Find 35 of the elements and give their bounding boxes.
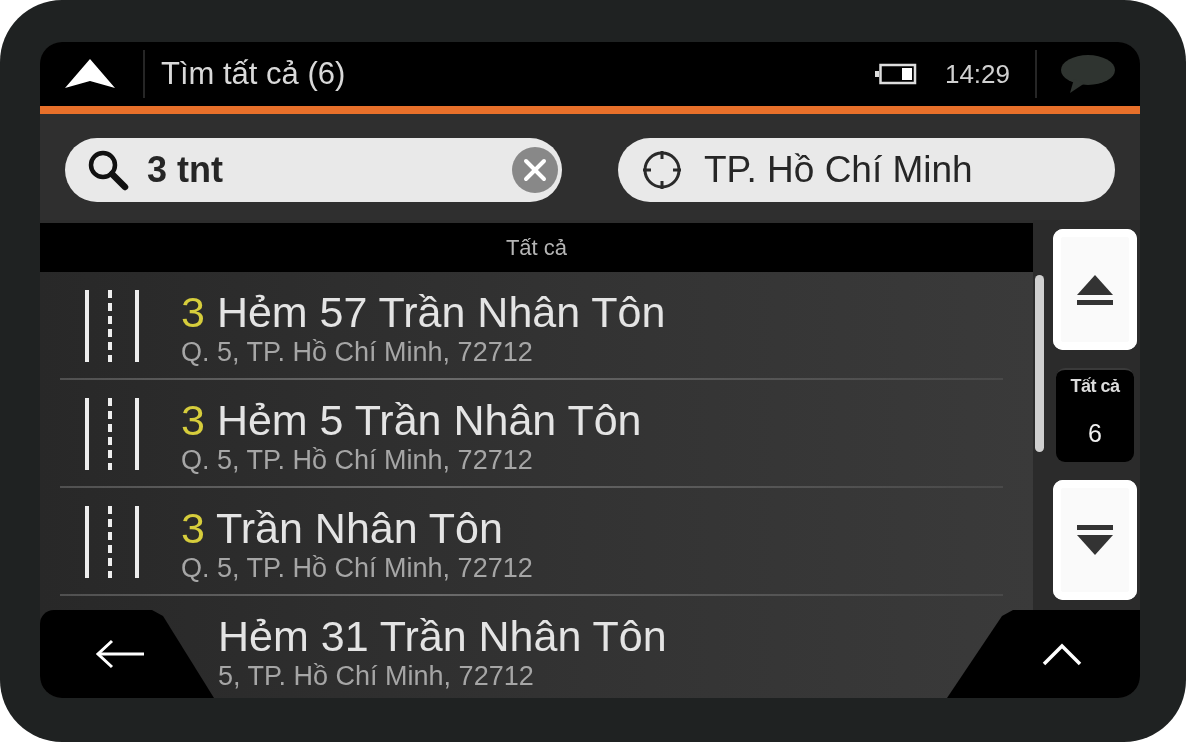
list-heading: Tất cả: [505, 234, 568, 261]
chevron-up-icon: [1042, 642, 1082, 666]
result-title: 3 Hẻm 57 Trần Nhân Tôn: [181, 289, 666, 335]
result-row[interactable]: 3 Hẻm 57 Trần Nhân Tôn Q. 5, TP. Hồ Chí Minh, 72712: [40, 272, 1033, 380]
counter-label: Tất cả: [1070, 376, 1120, 397]
result-row[interactable]: Hẻm 31 Trần Nhân Tôn 5, TP. Hồ Chí Minh, 72712: [218, 596, 667, 698]
navigation-arrow-icon: [65, 59, 115, 89]
result-title: Hẻm 31 Trần Nhân Tôn: [218, 613, 667, 659]
page-down-button[interactable]: [1053, 480, 1137, 600]
page-up-button[interactable]: [1053, 229, 1137, 350]
result-title: 3 Trần Nhân Tôn: [181, 505, 504, 551]
result-address: 5, TP. Hồ Chí Minh, 72712: [218, 661, 535, 691]
clear-button[interactable]: [512, 147, 558, 193]
page-up-icon: [1077, 274, 1113, 305]
result-title: 3 Hẻm 5 Trần Nhân Tôn: [181, 397, 642, 443]
search-icon: [87, 149, 129, 191]
clear-icon: [512, 147, 558, 193]
result-count: 6: [1088, 419, 1102, 448]
search-field[interactable]: 3 tnt: [65, 138, 562, 202]
result-address: Q. 5, TP. Hồ Chí Minh, 72712: [181, 553, 533, 583]
battery-icon: [874, 63, 917, 85]
clock-time: 14:29: [944, 58, 1010, 90]
road-lanes-icon: [85, 290, 139, 362]
result-address: Q. 5, TP. Hồ Chí Minh, 72712: [181, 445, 534, 475]
location-field[interactable]: TP. Hồ Chí Minh: [618, 138, 1115, 202]
crosshair-icon: [642, 150, 682, 190]
result-address: Q. 5, TP. Hồ Chí Minh, 72712: [181, 337, 534, 367]
road-lanes-icon: [85, 398, 139, 470]
road-lanes-icon: [85, 506, 139, 578]
page-down-icon: [1077, 525, 1113, 555]
result-row[interactable]: 3 Trần Nhân Tôn Q. 5, TP. Hồ Chí Minh, 72712: [40, 488, 1033, 596]
screen-title: Tìm tất cả (6): [161, 56, 346, 92]
scrollbar-thumb[interactable]: [1035, 275, 1044, 452]
chat-bubble-icon: [1061, 55, 1115, 93]
result-row[interactable]: 3 Hẻm 5 Trần Nhân Tôn Q. 5, TP. Hồ Chí Minh, 72712: [40, 380, 1033, 488]
